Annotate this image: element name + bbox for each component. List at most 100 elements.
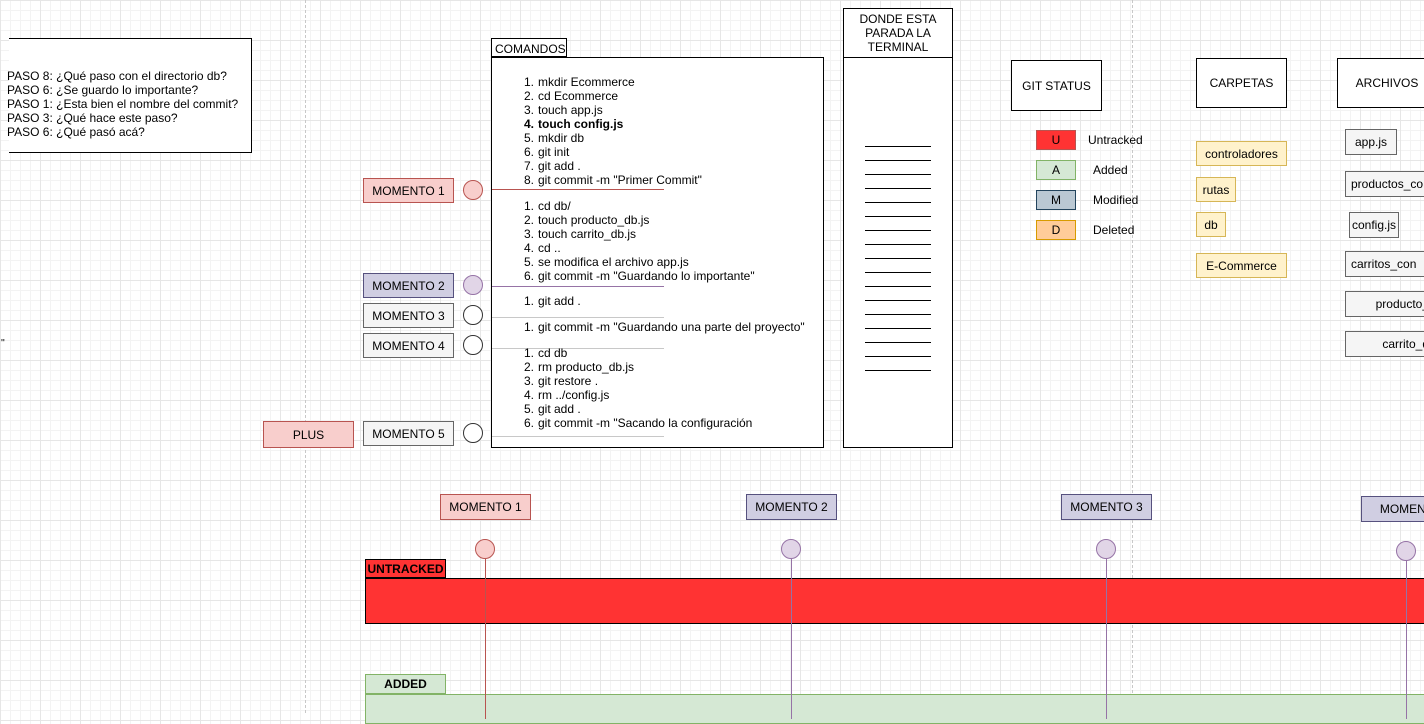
file-item[interactable]: carrito_d [1345,331,1424,357]
lane-untracked[interactable] [365,578,1424,624]
status-code-added: A [1036,160,1076,180]
timeline-momento-label[interactable]: MOMENTO 1 [440,494,531,520]
file-item[interactable]: producto_ [1345,291,1424,317]
momento-dot[interactable] [463,180,483,200]
command-group: 1. cd db/2. touch producto_db.js 3. touch ca… [520,199,755,283]
timeline-momento-label[interactable]: MOMENT [1361,496,1424,522]
question-line: PASO 6: ¿Qué pasó acá? [7,125,145,139]
comandos-title: COMANDOS [491,38,567,57]
timeline-line [485,559,486,719]
command-number: 4. [523,117,534,131]
momento-dot[interactable] [463,335,483,355]
command-text: rm producto_db.js [538,360,635,374]
command-text: cd Ecommerce [538,89,619,103]
file-item[interactable]: app.js [1345,129,1397,155]
command-text: git add . [538,294,581,308]
terminal-line [865,300,931,301]
command-number: 8. [523,173,534,187]
command-text: touch producto_db.js [538,213,650,227]
command-line: 6. git commit -m "Sacando la configuració… [520,416,752,430]
timeline-momento-label[interactable]: MOMENTO 2 [746,494,837,520]
momento-label[interactable]: MOMENTO 2 [363,273,454,298]
momento-label[interactable]: MOMENTO 1 [363,178,454,203]
status-label: Modified [1093,193,1139,207]
momento-label[interactable]: MOMENTO 3 [363,303,454,328]
momento-dot[interactable] [463,275,483,295]
command-line: 6. git init [520,145,702,159]
plus-label[interactable]: PLUS [263,421,354,448]
terminal-panel[interactable] [843,57,953,448]
command-line: 6. git commit -m "Guardando lo importante… [520,269,755,283]
command-group: 1. cd db 2. rm producto_db.js 3. git restore … [520,346,752,430]
timeline-momento-dot[interactable] [475,539,495,559]
git-status-title: GIT STATUS [1011,60,1102,111]
terminal-line [865,314,931,315]
command-line: 5. git add . [520,402,752,416]
command-separator [492,317,664,318]
momento-label[interactable]: MOMENTO 5 [363,421,454,446]
questions-note[interactable]: PASO 8: ¿Qué paso con el directorio db? P… [7,38,252,153]
command-number: 5. [523,402,534,416]
status-label: Untracked [1088,133,1143,147]
status-code-untracked: U [1036,130,1076,150]
command-line: 4. cd .. [520,241,755,255]
terminal-line [865,188,931,189]
command-text: git init [538,145,570,159]
momento-dot[interactable] [463,305,483,325]
momento-label[interactable]: MOMENTO 4 [363,333,454,358]
timeline-momento-dot[interactable] [1096,539,1116,559]
command-text: rm ../config.js [538,388,610,402]
command-line: 2. touch producto_db.js [520,213,755,227]
folder-item[interactable]: rutas [1196,177,1236,202]
comandos-panel[interactable]: 1. mkdir Ecommerce 2. cd Ecommerce 3. touch a… [491,57,824,448]
folder-item[interactable]: db [1196,212,1226,237]
command-line: 4. touch config.js [520,117,702,131]
terminal-line [865,286,931,287]
terminal-line [865,272,931,273]
folder-item[interactable]: E-Commerce [1196,253,1287,278]
command-text: cd db/ [538,199,571,213]
archivos-title: ARCHIVOS [1337,58,1424,108]
question-line: PASO 6: ¿Se guardo lo importante? [7,83,199,97]
command-number: 2. [523,89,534,103]
folder-item[interactable]: controladores [1196,141,1287,166]
command-group: 1. git commit -m "Guardando una parte del… [520,320,805,334]
terminal-line [865,342,931,343]
question-line: PASO 8: ¿Qué paso con el directorio db? [7,69,227,83]
terminal-line [865,356,931,357]
command-line: 3. git restore . [520,374,752,388]
command-text: touch carrito_db.js [538,227,637,241]
terminal-line [865,160,931,161]
command-line: 1. cd db [520,346,752,360]
command-line: 7. git add . [520,159,702,173]
command-text: cd .. [538,241,561,255]
lane-added[interactable] [365,694,1424,724]
command-number: 7. [523,159,534,173]
momento-dot[interactable] [463,423,483,443]
carpetas-title: CARPETAS [1196,58,1287,108]
file-item[interactable]: carritos_con [1345,251,1424,277]
command-text: se modifica el archivo app.js [538,255,689,269]
file-item[interactable]: config.js [1349,212,1399,238]
command-number: 6. [523,145,534,159]
timeline-momento-dot[interactable] [781,539,801,559]
command-line: 8. git commit -m "Primer Commit" [520,173,702,187]
command-number: 1. [523,75,534,89]
command-number: 1. [523,320,534,334]
command-text: git add . [538,402,581,416]
command-number: 2. [523,213,534,227]
command-line: 4. rm ../config.js [520,388,752,402]
command-number: 4. [523,241,534,255]
terminal-line [865,216,931,217]
command-line: 1. git commit -m "Guardando una parte del… [520,320,805,334]
command-group: 1. mkdir Ecommerce 2. cd Ecommerce 3. touch a… [520,75,702,187]
file-item[interactable]: productos_co [1345,171,1424,197]
timeline-momento-dot[interactable] [1396,541,1416,561]
terminal-line [865,174,931,175]
terminal-line [865,328,931,329]
timeline-momento-label[interactable]: MOMENTO 3 [1061,494,1152,520]
command-number: 3. [523,374,534,388]
command-text: git commit -m "Sacando la configuración [538,416,753,430]
command-line: 1. cd db/ [520,199,755,213]
guide-line [305,0,306,713]
